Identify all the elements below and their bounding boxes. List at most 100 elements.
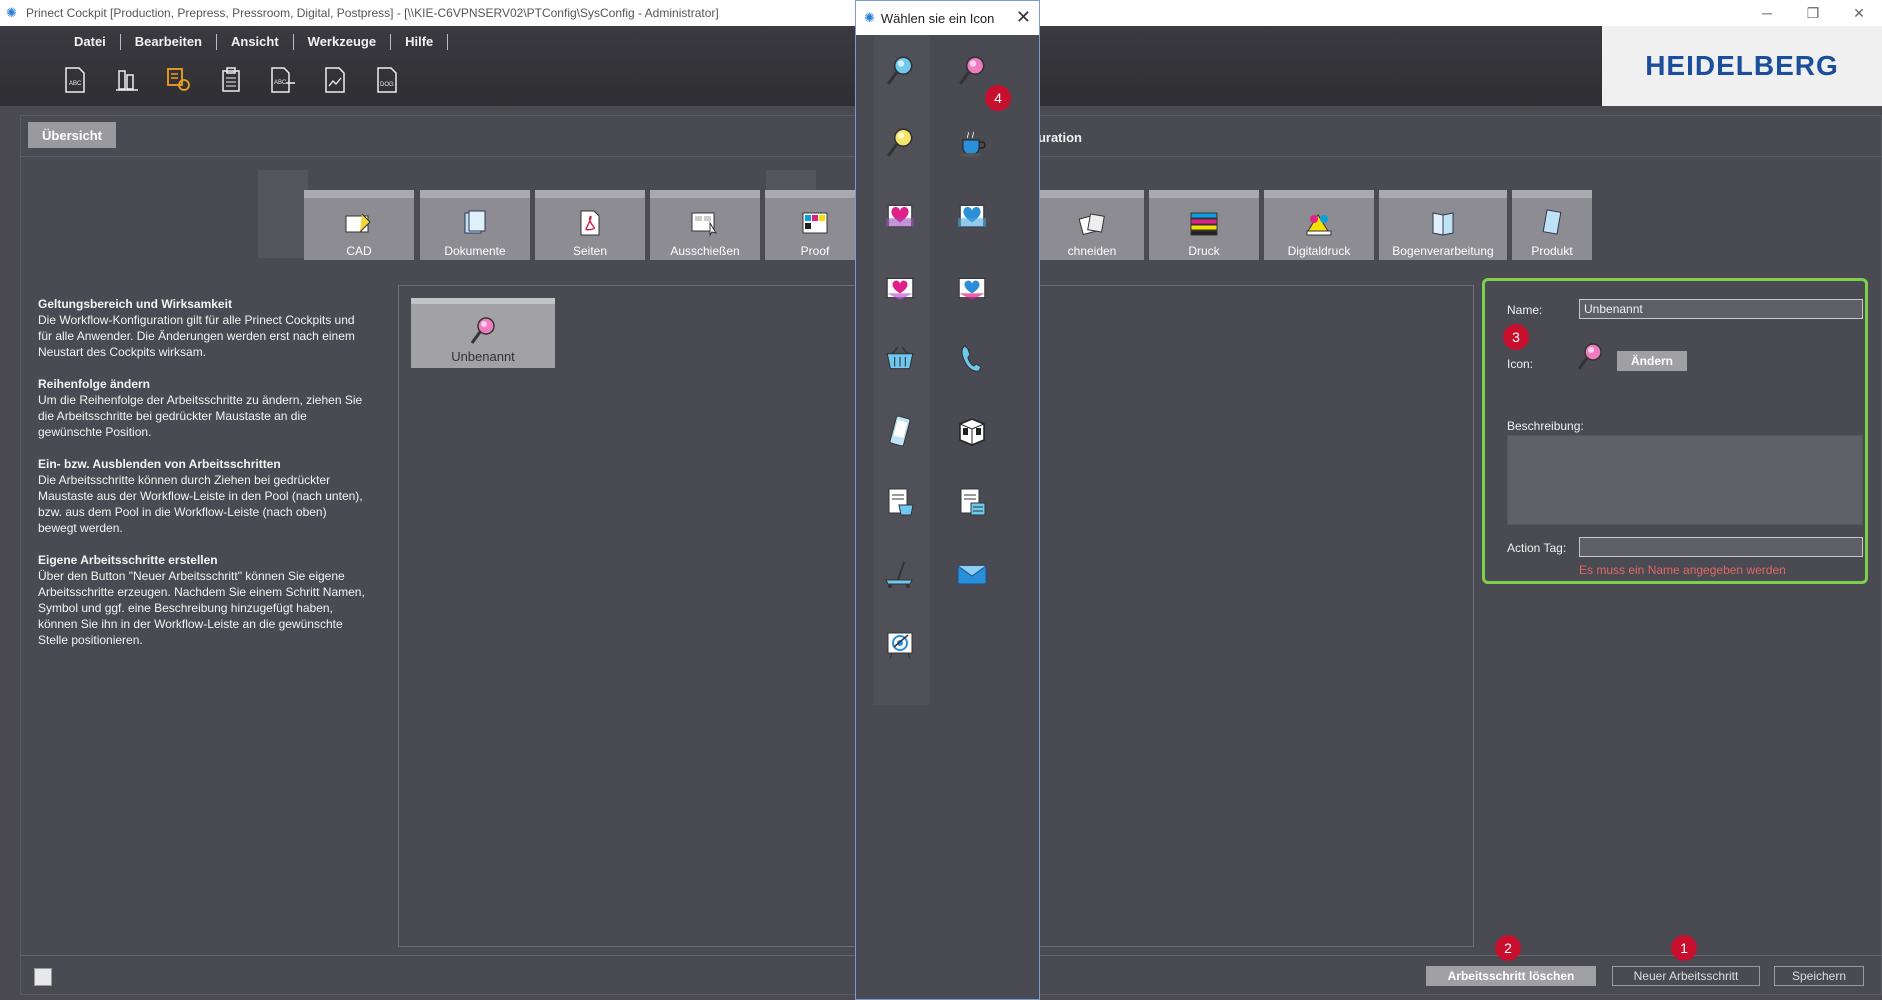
workflow-step-druck[interactable]: Druck <box>1149 190 1259 260</box>
invoice-document-icon[interactable] <box>942 473 1002 533</box>
pool-item-label: Unbenannt <box>451 349 515 364</box>
blue-heart-tray-icon[interactable] <box>942 257 1002 317</box>
new-step-button[interactable]: Neuer Arbeitsschritt <box>1612 966 1760 986</box>
workflow-step-label: chneiden <box>1067 244 1117 258</box>
chart-doc-icon[interactable] <box>112 64 142 96</box>
workflow-step-label: Proof <box>800 244 830 258</box>
step-details-panel: Name: Icon: Ändern Beschreibung: Action … <box>1482 278 1868 584</box>
validation-error: Es muss ein Name angegeben werden <box>1579 563 1786 577</box>
pink-magnifier-icon <box>470 317 495 344</box>
workflow-step-cad[interactable]: CAD <box>304 190 414 260</box>
help-paragraph: Die Workflow-Konfiguration gilt für alle… <box>38 313 355 359</box>
pool-item-unbenannt[interactable]: Unbenannt <box>411 298 555 368</box>
name-input[interactable] <box>1579 299 1863 319</box>
workflow-config-icon[interactable] <box>164 64 194 96</box>
badge-4: 4 <box>985 85 1011 111</box>
save-button[interactable]: Speichern <box>1774 966 1864 986</box>
help-heading: Geltungsbereich und Wirksamkeit <box>38 297 232 311</box>
document-chart-icon[interactable] <box>320 64 350 96</box>
invoice-basket-icon[interactable] <box>870 473 930 533</box>
blue-heart-folder-icon[interactable] <box>942 185 1002 245</box>
minimize-button[interactable]: ─ <box>1744 0 1790 26</box>
name-label: Name: <box>1507 303 1543 317</box>
help-paragraph: Die Arbeitsschritte können durch Ziehen … <box>38 473 363 535</box>
workflow-step-label: Produkt <box>1531 244 1573 258</box>
workflow-step-label: Bogenverarbeitung <box>1392 244 1494 258</box>
document-abc-arrow-icon[interactable]: ABC <box>268 64 298 96</box>
yellow-magnifier-icon[interactable] <box>870 113 930 173</box>
product-icon <box>1536 208 1568 238</box>
cutting-icon <box>1076 208 1108 238</box>
proof-icon <box>799 208 831 238</box>
workflow-step-label: Seiten <box>572 244 608 258</box>
workflow-step-label: Ausschießen <box>670 244 740 258</box>
menu-ansicht[interactable]: Ansicht <box>217 34 294 50</box>
document-dog-icon[interactable]: DOG <box>372 64 402 96</box>
package-box-icon[interactable] <box>942 401 1002 461</box>
workflow-step-bogenverarbeitung[interactable]: Bogenverarbeitung <box>1379 190 1507 260</box>
clipboard-list-icon[interactable] <box>216 64 246 96</box>
action-tag-label: Action Tag: <box>1507 541 1567 555</box>
close-window-button[interactable]: ✕ <box>1836 0 1882 26</box>
help-paragraph: Um die Reihenfolge der Arbeitsschritte z… <box>38 393 363 439</box>
close-icon[interactable]: ✕ <box>1016 7 1031 28</box>
toolbar: ABC ABC DOG <box>60 64 402 96</box>
dialog-titlebar: ✺ Wählen sie ein Icon ✕ <box>856 1 1039 35</box>
workflow-step-produkt[interactable]: Produkt <box>1512 190 1592 260</box>
telephone-icon[interactable] <box>942 329 1002 389</box>
document-abc-icon[interactable]: ABC <box>60 64 90 96</box>
menu-bar: Datei Bearbeiten Ansicht Werkzeuge Hilfe <box>60 34 449 50</box>
coffee-cup-icon[interactable] <box>942 113 1002 173</box>
svg-text:ABC: ABC <box>69 81 82 87</box>
delete-step-button[interactable]: Arbeitsschritt löschen <box>1426 966 1596 986</box>
pallet-truck-icon[interactable] <box>870 545 930 605</box>
workflow-step-digitaldruck[interactable]: Digitaldruck <box>1264 190 1374 260</box>
mobile-phone-icon[interactable] <box>870 401 930 461</box>
workflow-step-seiten[interactable]: Seiten <box>535 190 645 260</box>
pink-heart-tray-icon[interactable] <box>870 257 930 317</box>
help-heading: Reihenfolge ändern <box>38 377 151 391</box>
window-title: Prinect Cockpit [Production, Prepress, P… <box>26 6 719 20</box>
description-textarea[interactable] <box>1507 435 1863 525</box>
menu-datei[interactable]: Datei <box>60 34 121 50</box>
menu-hilfe[interactable]: Hilfe <box>391 34 449 50</box>
badge-2: 2 <box>1495 935 1521 961</box>
app-icon: ✺ <box>864 10 875 25</box>
change-icon-button[interactable]: Ändern <box>1617 351 1687 371</box>
tab-overview[interactable]: Übersicht <box>28 122 116 148</box>
cad-icon <box>343 208 375 238</box>
menu-werkzeuge[interactable]: Werkzeuge <box>294 34 392 50</box>
bottom-checkbox[interactable] <box>34 968 52 986</box>
svg-text:ABC: ABC <box>274 80 287 86</box>
pdf-pages-icon <box>574 208 606 238</box>
help-text: Geltungsbereich und Wirksamkeit Die Work… <box>38 296 368 648</box>
target-easel-icon[interactable] <box>870 615 930 675</box>
menu-bearbeiten[interactable]: Bearbeiten <box>121 34 217 50</box>
icon-chooser-dialog: ✺ Wählen sie ein Icon ✕ 4 <box>855 0 1040 1000</box>
envelope-icon[interactable] <box>942 545 1002 605</box>
restore-button[interactable]: ❐ <box>1790 0 1836 26</box>
blue-magnifier-icon[interactable] <box>870 41 930 101</box>
app-icon: ✺ <box>6 5 17 20</box>
heidelberg-logo: HEIDELBERG <box>1602 26 1882 106</box>
window-controls: ─ ❐ ✕ <box>1744 0 1882 26</box>
workflow-step-ausschiessen[interactable]: Ausschießen <box>650 190 760 260</box>
press-icon <box>1188 208 1220 238</box>
action-tag-input[interactable] <box>1579 537 1863 557</box>
help-heading: Eigene Arbeitsschritte erstellen <box>38 553 218 567</box>
shopping-basket-icon[interactable] <box>870 329 930 389</box>
imposition-icon <box>689 208 721 238</box>
help-paragraph: Über den Button "Neuer Arbeitsschritt" k… <box>38 569 365 647</box>
badge-3: 3 <box>1503 324 1529 350</box>
workflow-step-dokumente[interactable]: Dokumente <box>420 190 530 260</box>
icon-label: Icon: <box>1507 357 1534 371</box>
pink-heart-folder-icon[interactable] <box>870 185 930 245</box>
dialog-title: Wählen sie ein Icon <box>880 10 995 26</box>
pink-magnifier-icon <box>1577 343 1602 370</box>
workflow-step-schneiden[interactable]: chneiden <box>1040 190 1144 260</box>
workflow-step-proof[interactable]: Proof <box>765 190 865 260</box>
description-label: Beschreibung: <box>1507 419 1584 433</box>
workflow-shadow <box>258 170 308 258</box>
sheet-processing-icon <box>1427 208 1459 238</box>
logo-text: HEIDELBERG <box>1645 50 1839 81</box>
